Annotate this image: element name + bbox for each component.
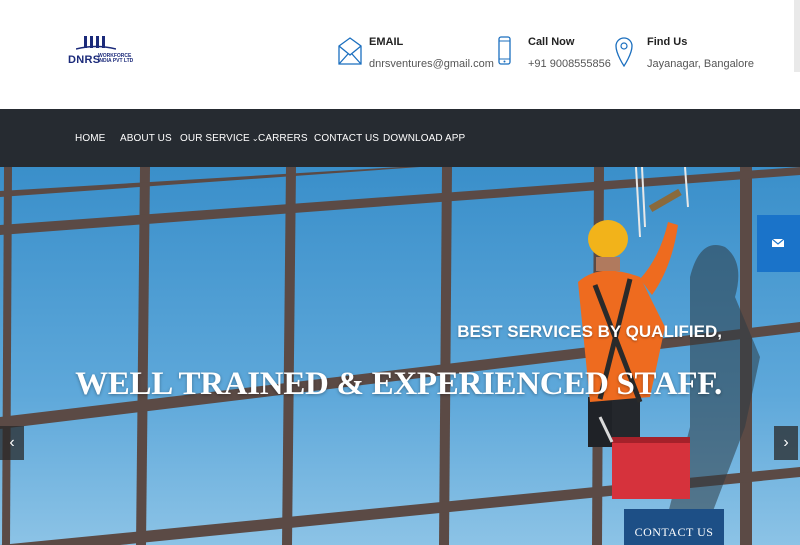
- logo-subtitle-line2: INDIA PVT LTD: [98, 58, 134, 64]
- map-pin-icon: [615, 37, 633, 68]
- email-title: EMAIL: [369, 36, 404, 48]
- nav-item-home[interactable]: HOME: [75, 133, 105, 144]
- nav-item-download-app[interactable]: DOWNLOAD APP: [383, 133, 465, 144]
- hero-slider: BEST SERVICES BY QUALIFIED, WELL TRAINED…: [0, 167, 800, 545]
- phone-title: Call Now: [528, 36, 575, 48]
- logo-brand-text: DNRS: [68, 54, 101, 66]
- floating-mail-button[interactable]: [757, 215, 800, 272]
- nav-item-contact-us[interactable]: CONTACT US: [314, 133, 379, 144]
- phone-contact[interactable]: Call Now +91 9008555856: [497, 36, 611, 76]
- contact-us-button[interactable]: CONTACT US: [624, 509, 724, 545]
- site-header: DNRS WORKFORCE INDIA PVT LTD EMAIL dnrsve…: [0, 0, 800, 109]
- phone-icon: [498, 36, 511, 65]
- main-navigation: HOME ABOUT US OUR SERVICE ⌄ CARRERS CONTA…: [0, 109, 800, 167]
- location-value: Jayanagar, Bangalore: [647, 58, 755, 70]
- company-logo[interactable]: DNRS WORKFORCE INDIA PVT LTD: [64, 34, 136, 70]
- scroll-edge: [794, 0, 800, 72]
- nav-item-our-service-label: OUR SERVICE: [180, 133, 250, 144]
- logo-bars-icon: [76, 36, 116, 50]
- logo-subtitle: WORKFORCE INDIA PVT LTD: [98, 54, 133, 64]
- email-contact[interactable]: EMAIL dnrsventures@gmail.com: [338, 36, 494, 76]
- envelope-icon: [338, 37, 362, 65]
- nav-item-our-service[interactable]: OUR SERVICE ⌄: [180, 133, 259, 144]
- location-contact[interactable]: Find Us Jayanagar, Bangalore: [615, 36, 754, 76]
- hero-background-image: [0, 167, 800, 545]
- email-value[interactable]: dnrsventures@gmail.com: [369, 58, 494, 70]
- hero-subheading: BEST SERVICES BY QUALIFIED,: [457, 322, 722, 341]
- slider-prev-button[interactable]: ‹: [0, 426, 24, 460]
- phone-value[interactable]: +91 9008555856: [528, 58, 611, 70]
- chevron-right-icon: ›: [783, 434, 789, 451]
- chevron-left-icon: ‹: [9, 434, 15, 451]
- location-title: Find Us: [647, 36, 688, 48]
- nav-item-about-us[interactable]: ABOUT US: [120, 133, 172, 144]
- slider-next-button[interactable]: ›: [774, 426, 798, 460]
- hero-heading: WELL TRAINED & EXPERIENCED STAFF.: [75, 366, 722, 402]
- nav-item-carrers[interactable]: CARRERS: [258, 133, 308, 144]
- envelope-icon: [772, 238, 784, 247]
